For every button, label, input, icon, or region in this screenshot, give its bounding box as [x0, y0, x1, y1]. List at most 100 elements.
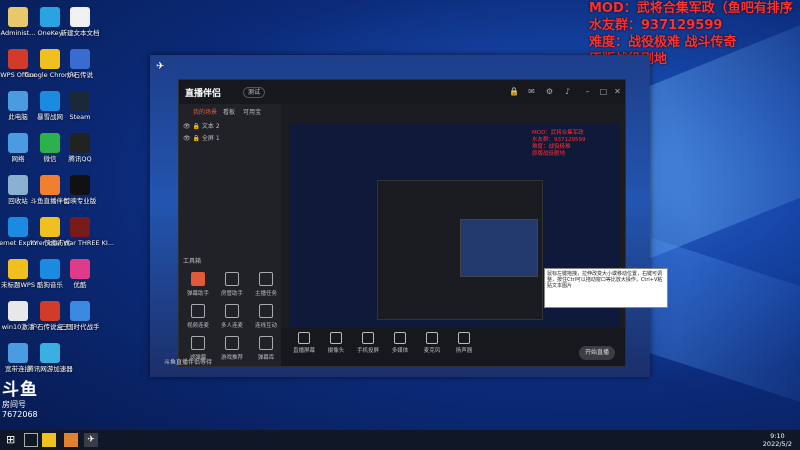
- desktop-icon[interactable]: 炉石传说: [52, 46, 108, 90]
- app-logo: 直播伴侣: [185, 89, 222, 99]
- close-icon[interactable]: ✕: [613, 87, 622, 96]
- toolbox-item[interactable]: 连线互动: [251, 302, 281, 332]
- tool-icon: [225, 336, 239, 350]
- streaming-app-icon[interactable]: ✈: [84, 433, 98, 447]
- app-icon: [70, 259, 90, 279]
- panel-tabs: 我的场景 看板 可用宝: [179, 104, 281, 118]
- nested-app-preview: [377, 180, 543, 320]
- nested-overlay-text: MOD：武将合集军政 水友群：937129599 难度：战役极难 原版战役剧地: [532, 130, 586, 157]
- toolbox-item[interactable]: 弹幕库: [251, 334, 281, 364]
- desktop-icon[interactable]: 新建文本文档: [52, 4, 108, 48]
- toolbox-title: 工具箱: [183, 258, 202, 265]
- toolbox-item[interactable]: 主播任务: [251, 270, 281, 300]
- douyu-app-icon[interactable]: [64, 433, 78, 447]
- window-logo-icon: ✈: [156, 61, 165, 72]
- tool-icon: [225, 304, 239, 318]
- toolbar-label: 麦克风: [423, 348, 441, 354]
- clock-time: 9:10: [770, 432, 785, 440]
- start-menu-icon[interactable]: ⊞: [6, 433, 20, 447]
- lock-icon[interactable]: 🔒: [509, 87, 519, 96]
- tab-treasure[interactable]: 可用宝: [243, 107, 261, 116]
- toolbox-item[interactable]: 多人连麦: [217, 302, 247, 332]
- toolbox-item[interactable]: 弹幕助手: [183, 270, 213, 300]
- task-view-icon[interactable]: [24, 433, 38, 447]
- tool-label: 游戏推荐: [220, 355, 243, 361]
- desktop-icon-label: 炉石传说: [67, 71, 93, 79]
- app-icon: [70, 301, 90, 321]
- app-icon: [70, 217, 90, 237]
- mail-icon[interactable]: ✉: [527, 87, 536, 96]
- bell-icon[interactable]: ♪: [563, 87, 572, 96]
- desktop-icon-label: Total War THREE KI...: [46, 239, 115, 247]
- desktop-icon-label: 新建文本文档: [60, 29, 100, 37]
- toolbar-icon: [362, 332, 374, 344]
- nested-app-preview-inner: [460, 219, 538, 277]
- toolbar-button[interactable]: 直播屏幕: [289, 332, 319, 354]
- tool-label: 房管助手: [220, 291, 243, 297]
- tool-icon: [191, 272, 205, 286]
- app-icon: [70, 7, 90, 27]
- watermark-room-label: 房间号: [2, 400, 26, 409]
- clock-date: 2022/5/2: [762, 440, 792, 448]
- app-icon: [40, 343, 60, 363]
- taskbar: ⊞ ✈ 9:10 2022/5/2: [0, 430, 800, 450]
- app-icon: [70, 175, 90, 195]
- system-clock[interactable]: 9:10 2022/5/2: [763, 432, 792, 448]
- tool-icon: [225, 272, 239, 286]
- scene-label: 全屏 1: [201, 135, 220, 142]
- tool-label: 弹幕助手: [186, 291, 209, 297]
- minimize-icon[interactable]: –: [583, 87, 592, 96]
- desktop-icon-label: 腾讯QQ: [68, 155, 92, 163]
- desktop-icon[interactable]: 优酷: [52, 256, 108, 300]
- desktop-icon[interactable]: 三国时代战手: [52, 298, 108, 342]
- toolbar-label: 手机投屏: [356, 348, 379, 354]
- toolbar-icon: [394, 332, 406, 344]
- toolbar-button[interactable]: 手机投屏: [353, 332, 383, 354]
- start-live-button[interactable]: 开始直播: [579, 346, 615, 360]
- settings-icon[interactable]: ⚙: [545, 87, 554, 96]
- toolbar-icon: [426, 332, 438, 344]
- toolbar-icon: [458, 332, 470, 344]
- watermark-room-id: 7672068: [2, 410, 38, 419]
- captured-window[interactable]: ✈ 直播伴侣 测试 🔒 ✉ ⚙ ♪ – □ ✕ 我的场景 看板 可用宝 👁 🔒 …: [150, 55, 650, 377]
- toolbar-icon: [330, 332, 342, 344]
- toolbox-item[interactable]: 游戏推荐: [217, 334, 247, 364]
- toolbar-button[interactable]: 摄像头: [321, 332, 351, 354]
- maximize-icon[interactable]: □: [599, 87, 608, 96]
- toolbox-item[interactable]: 房管助手: [217, 270, 247, 300]
- overlay-difficulty-line: 难度：战役极难 战斗传奇: [589, 35, 737, 50]
- scene-item[interactable]: 👁 🔒 文本 2: [183, 122, 220, 132]
- version-badge: 测试: [243, 87, 266, 98]
- tool-label: 连线互动: [254, 323, 277, 329]
- desktop-icon[interactable]: 剪映专业版: [52, 172, 108, 216]
- toolbar-label: 多媒体: [391, 348, 409, 354]
- scene-item[interactable]: 👁 🔒 全屏 1: [183, 134, 220, 144]
- streaming-app: 直播伴侣 测试 🔒 ✉ ⚙ ♪ – □ ✕ 我的场景 看板 可用宝 👁 🔒 文本…: [178, 79, 626, 367]
- desktop-icon-label: Steam: [69, 113, 91, 121]
- tool-icon: [191, 336, 205, 350]
- desktop-icon[interactable]: 腾讯网游加速器: [22, 340, 78, 384]
- toolbox-item[interactable]: 视频连麦: [183, 302, 213, 332]
- desktop-icon-label: 剪映专业版: [63, 197, 97, 205]
- desktop-icon[interactable]: Steam: [52, 88, 108, 132]
- file-explorer-icon[interactable]: [42, 433, 56, 447]
- overlay-group-line: 水友群：937129599: [589, 18, 723, 33]
- desktop-icon[interactable]: Total War THREE KI...: [46, 214, 114, 258]
- desktop-icon-label: 优酷: [73, 281, 87, 289]
- desktop-icon[interactable]: 腾讯QQ: [52, 130, 108, 174]
- tool-icon: [191, 304, 205, 318]
- tool-label: 主播任务: [254, 291, 277, 297]
- tab-board[interactable]: 看板: [223, 107, 235, 116]
- scene-label: 文本 2: [201, 123, 220, 130]
- toolbar-label: 扬声器: [455, 348, 473, 354]
- douyu-watermark: 斗鱼 房间号 7672068: [2, 380, 62, 428]
- toolbar-button[interactable]: 麦克风: [417, 332, 447, 354]
- toolbar-label: 直播屏幕: [292, 348, 315, 354]
- toolbar-button[interactable]: 多媒体: [385, 332, 415, 354]
- tool-label: 弹幕库: [257, 355, 275, 361]
- tool-icon: [259, 272, 273, 286]
- toolbar-button[interactable]: 扬声器: [449, 332, 479, 354]
- tab-scenes[interactable]: 我的场景: [193, 107, 217, 116]
- overlay-mod-line: MOD：武将合集军政（鱼吧有排序: [589, 1, 793, 16]
- status-text: 斗鱼直播伴侣等待: [164, 359, 213, 366]
